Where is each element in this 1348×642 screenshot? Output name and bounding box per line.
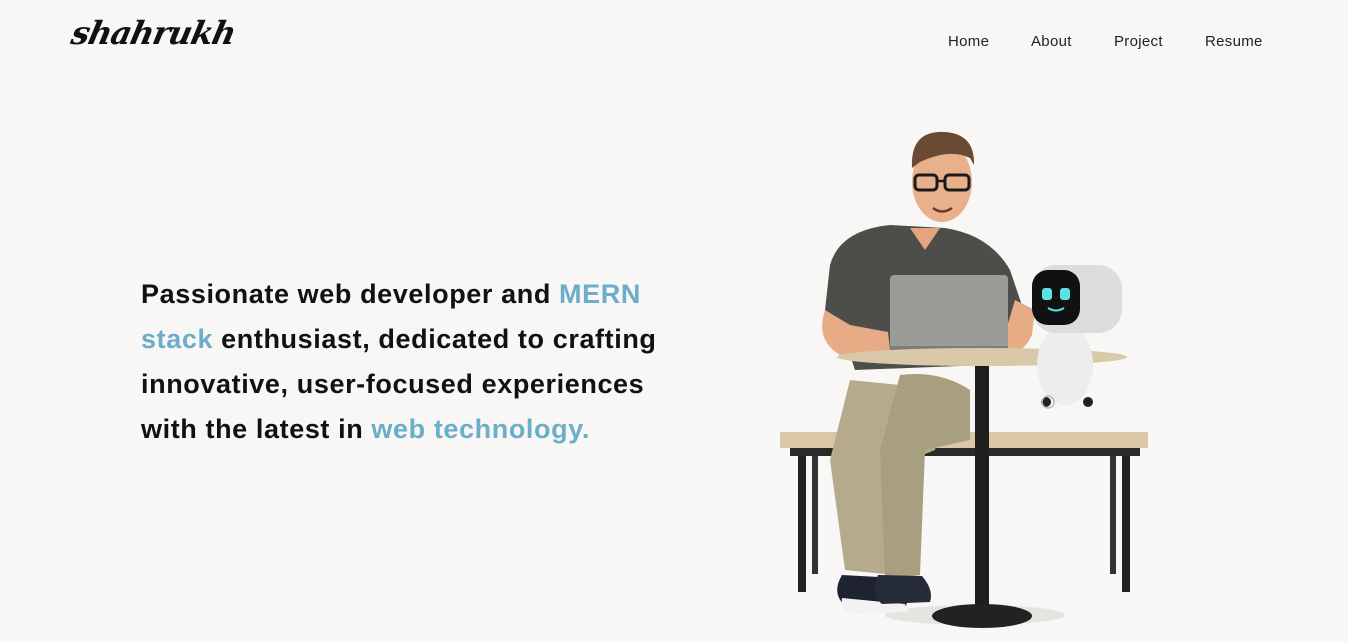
robot-eye-right xyxy=(1060,288,1070,300)
page: shahrukh Home About Project Resume Passi… xyxy=(0,0,1348,642)
robot-wheel-right xyxy=(1083,397,1093,407)
bench-leg-left-back xyxy=(812,456,818,574)
robot-illustration xyxy=(1032,265,1122,409)
table-pole xyxy=(975,366,989,606)
nav-about[interactable]: About xyxy=(1031,33,1114,50)
site-logo[interactable]: shahrukh xyxy=(68,14,239,52)
main-nav: Home About Project Resume xyxy=(948,33,1275,50)
robot-eye-left xyxy=(1042,288,1052,300)
tagline-text-1: Passionate web developer and xyxy=(141,279,560,309)
robot-body xyxy=(1037,325,1093,405)
shoe-right xyxy=(874,575,931,604)
trousers-right xyxy=(880,374,970,578)
nav-resume[interactable]: Resume xyxy=(1205,33,1275,50)
developer-illustration xyxy=(780,131,1148,628)
nav-project[interactable]: Project xyxy=(1114,33,1205,50)
hero-tagline: Passionate web developer and MERN stack … xyxy=(141,272,681,452)
table-base xyxy=(932,604,1032,628)
bench-leg-right-back xyxy=(1110,456,1116,574)
robot-face xyxy=(1032,270,1080,325)
nav-home[interactable]: Home xyxy=(948,33,1031,50)
bench-leg-left-front xyxy=(798,456,806,592)
bench-leg-right-front xyxy=(1122,456,1130,592)
laptop xyxy=(890,275,1008,350)
tagline-accent-web: web technology. xyxy=(371,414,590,444)
